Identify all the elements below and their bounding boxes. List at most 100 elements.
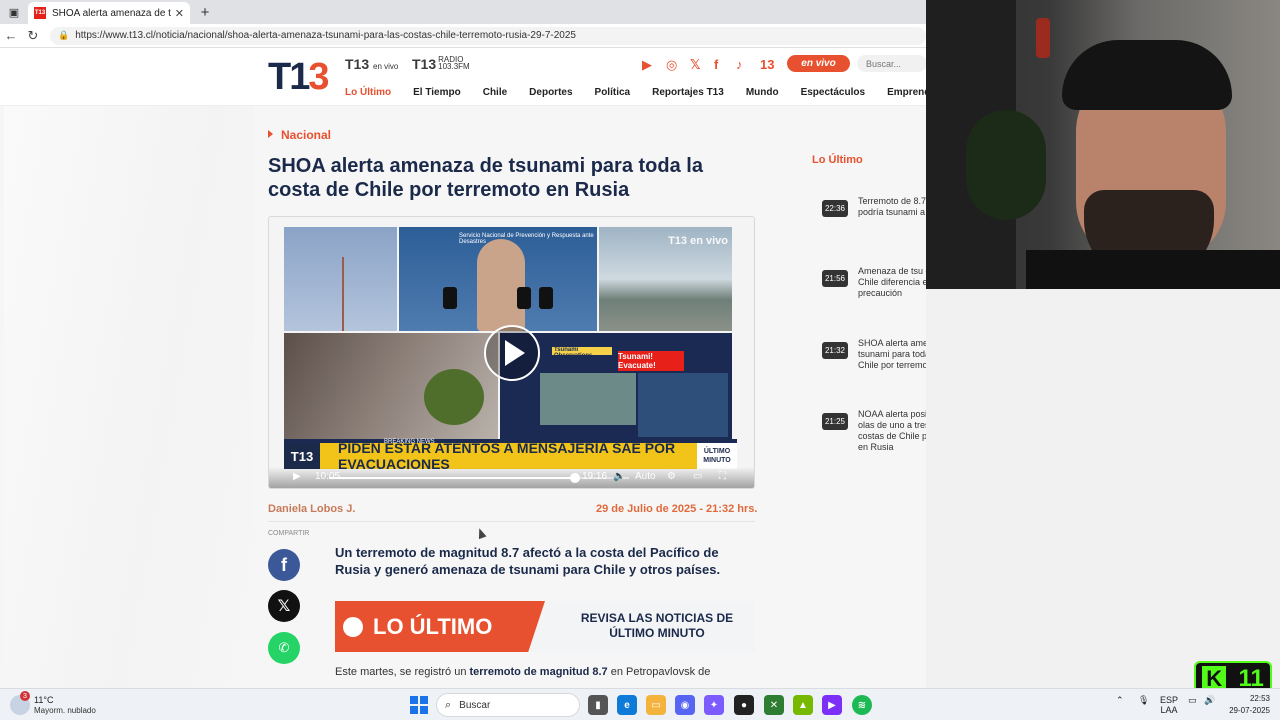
taskbar-clock[interactable]: 22:53 29-07-2025: [1222, 693, 1270, 717]
new-tab-icon[interactable]: +: [194, 4, 216, 21]
video-panel-sky: [284, 227, 397, 331]
browser-tab-bar: ▣ T13 SHOA alerta amenaza de tsunami ✕ +: [0, 0, 926, 24]
settings-gear-icon[interactable]: ⚙: [667, 471, 676, 482]
sea-image: [540, 373, 636, 425]
xbox-icon[interactable]: ✕: [764, 695, 784, 715]
japan-map: [638, 373, 728, 437]
tsunami-observations-label: Tsunami Observations: [552, 347, 612, 359]
nav-chile[interactable]: Chile: [483, 87, 507, 98]
microphone-icon: [443, 287, 457, 309]
fullscreen-icon[interactable]: ⛶: [719, 471, 726, 482]
t13-en-vivo-link[interactable]: T13 en vivo: [345, 56, 398, 72]
en-vivo-button[interactable]: en vivo: [787, 55, 850, 72]
nav-deportes[interactable]: Deportes: [529, 87, 572, 98]
tab-actions-icon[interactable]: ▣: [0, 0, 28, 24]
sublogo-radio-small: RADIO 103.3FM: [438, 55, 470, 71]
t13-logo[interactable]: T13: [268, 56, 330, 99]
section-label[interactable]: Nacional: [268, 128, 331, 142]
quality-label[interactable]: Auto: [635, 471, 656, 482]
x-icon[interactable]: 𝕏: [690, 57, 700, 73]
webcam-overlay: [926, 0, 1280, 289]
nav-mundo[interactable]: Mundo: [746, 87, 779, 98]
speaker-figure: [477, 239, 525, 331]
notification-badge: 3: [20, 691, 30, 701]
nvidia-icon[interactable]: ▲: [793, 695, 813, 715]
sublogo-envivo: T13: [345, 56, 370, 72]
tray-chevron-icon[interactable]: ⌃: [1116, 695, 1124, 706]
edge-icon[interactable]: e: [617, 695, 637, 715]
share-x-button[interactable]: 𝕏: [268, 590, 300, 622]
article-headline: SHOA alerta amenaza de tsunami para toda…: [268, 155, 703, 201]
volume-icon[interactable]: 🔊: [1204, 695, 1215, 706]
close-tab-icon[interactable]: ✕: [175, 7, 184, 20]
article-author[interactable]: Daniela Lobos J.: [268, 503, 355, 515]
web-page: T13 T13 en vivo T13 RADIO 103.3FM ▶ ◎ 𝕏 f…: [0, 48, 926, 688]
discord-icon[interactable]: ◉: [675, 695, 695, 715]
clock-time: 22:53: [1249, 694, 1270, 703]
language-indicator[interactable]: ESP LAA: [1160, 695, 1178, 715]
windows-start-icon[interactable]: [410, 696, 428, 714]
t13-radio-link[interactable]: T13 RADIO 103.3FM: [412, 55, 470, 73]
nav-politica[interactable]: Política: [595, 87, 631, 98]
lo-ultimo-banner[interactable]: LO ÚLTIMO REVISA LAS NOTICIAS DE ÚLTIMO …: [335, 601, 755, 652]
obs-icon[interactable]: ●: [734, 695, 754, 715]
display-icon[interactable]: ▭: [1188, 695, 1197, 706]
nav-reportajes[interactable]: Reportajes T13: [652, 87, 724, 98]
microphone-icon: [539, 287, 553, 309]
video-panel-room: [284, 333, 498, 441]
weather-widget[interactable]: 3 11°C Mayorm. nublado: [10, 691, 120, 717]
url-field[interactable]: 🔒 https://www.t13.cl/noticia/nacional/sh…: [50, 26, 926, 45]
microphone-icon[interactable]: 🎙: [1138, 695, 1149, 706]
nav-emprendedores[interactable]: Emprendedores: [887, 87, 926, 98]
facebook-icon[interactable]: f: [714, 57, 718, 72]
url-text: https://www.t13.cl/noticia/nacional/shoa…: [75, 30, 576, 41]
news-time-badge: 21:32: [822, 342, 848, 359]
youtube-icon[interactable]: ▶: [642, 57, 652, 73]
video-panel-port: T13 en vivo: [599, 227, 732, 331]
divider: [268, 521, 755, 522]
play-small-icon[interactable]: ▶: [293, 471, 301, 482]
weather-temp: 11°C: [34, 695, 54, 705]
address-bar: ← ↻ 🔒 https://www.t13.cl/noticia/naciona…: [0, 24, 926, 48]
banner-left: LO ÚLTIMO: [335, 601, 545, 652]
panel-sign: Servicio Nacional de Prevención y Respue…: [459, 233, 594, 245]
video-controls: ▶ 10:05 19:16 🔈 Auto ⚙ ▭ ⛶: [269, 467, 754, 488]
nav-espectaculos[interactable]: Espectáculos: [801, 87, 865, 98]
search-input[interactable]: Buscar...: [857, 55, 926, 72]
t13-favicon-icon: T13: [34, 7, 46, 19]
share-facebook-button[interactable]: f: [268, 549, 300, 581]
video-player[interactable]: Servicio Nacional de Prevención y Respue…: [268, 216, 755, 489]
plant-shape: [966, 110, 1046, 220]
body-suffix: en Petropavlovsk de: [607, 666, 711, 678]
copilot-icon[interactable]: ✦: [704, 695, 724, 715]
reload-icon[interactable]: ↻: [22, 28, 44, 44]
pip-icon[interactable]: ▭: [693, 471, 702, 482]
taskbar-search[interactable]: ⌕ Buscar: [436, 693, 580, 717]
logo-main: T1: [268, 56, 310, 98]
nav-lo-ultimo[interactable]: Lo Último: [345, 87, 391, 98]
clock-date: 29-07-2025: [1229, 706, 1270, 715]
tab-title: SHOA alerta amenaza de tsunami: [52, 7, 171, 19]
back-icon[interactable]: ←: [0, 28, 22, 43]
article-body: Este martes, se registró un terremoto de…: [335, 666, 735, 678]
lang-bottom: LAA: [1160, 705, 1178, 715]
progress-knob[interactable]: [570, 473, 580, 483]
t13-icon[interactable]: 13: [760, 57, 774, 72]
file-explorer-icon[interactable]: ▭: [646, 695, 666, 715]
play-button[interactable]: [484, 325, 540, 381]
instagram-icon[interactable]: ◎: [666, 57, 677, 73]
sublogo-envivo-small: en vivo: [373, 62, 399, 71]
logo-accent: 3: [308, 56, 329, 98]
progress-fill: [329, 477, 575, 479]
share-whatsapp-button[interactable]: ✆: [268, 632, 300, 664]
video-editor-icon[interactable]: ▶: [822, 695, 842, 715]
browser-tab[interactable]: T13 SHOA alerta amenaza de tsunami ✕: [28, 2, 190, 24]
spotify-icon[interactable]: ≋: [852, 695, 872, 715]
ultimo-minuto-badge: ÚLTIMO MINUTO: [697, 443, 737, 469]
nav-el-tiempo[interactable]: El Tiempo: [413, 87, 461, 98]
video-panel-press: Servicio Nacional de Prevención y Respue…: [399, 227, 597, 331]
tiktok-icon[interactable]: ♪: [736, 57, 743, 72]
news-text: Amenaza de tsu costas de Chile diferenci…: [858, 266, 926, 298]
task-view-icon[interactable]: ▮: [588, 695, 608, 715]
volume-icon[interactable]: 🔈: [613, 471, 625, 482]
